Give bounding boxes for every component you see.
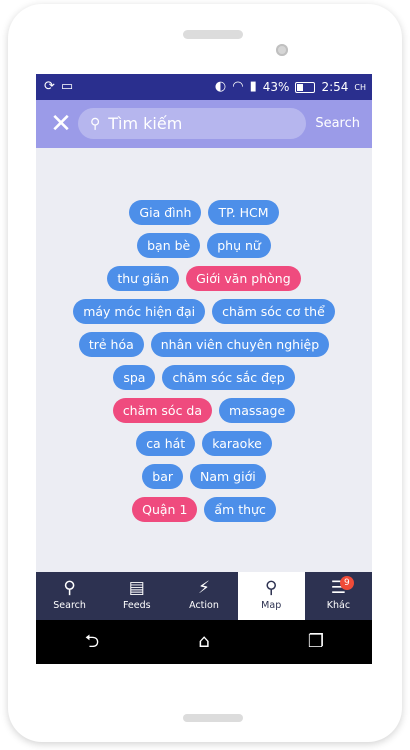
battery-icon: [295, 81, 316, 93]
tag-chip[interactable]: phụ nữ: [207, 233, 271, 258]
tag-chip[interactable]: chăm sóc cơ thể: [212, 299, 335, 324]
tag-chip[interactable]: thư giãn: [107, 266, 180, 291]
tag-chip[interactable]: máy móc hiện đại: [73, 299, 206, 324]
tag-chip[interactable]: karaoke: [202, 431, 272, 456]
tag-chip-selected[interactable]: chăm sóc da: [112, 398, 213, 423]
front-camera: [276, 44, 288, 56]
wifi-icon: ◠: [232, 79, 244, 94]
menu-icon: ☰: [330, 578, 347, 598]
map-pin-icon: ⚲: [264, 578, 278, 598]
tag-row: thư giãn Giới văn phòng: [36, 266, 372, 291]
nav-item-feeds[interactable]: ▤ Feeds: [103, 572, 170, 620]
image-icon: ▭: [60, 79, 74, 94]
nav-item-label: Khác: [326, 600, 351, 611]
feeds-icon: ▤: [128, 578, 145, 598]
tag-chip[interactable]: TP. HCM: [208, 200, 279, 225]
speaker-grille: [183, 30, 243, 39]
search-icon: ⚲: [90, 115, 101, 132]
nav-item-search[interactable]: ⚲ Search: [36, 572, 103, 620]
system-navigation: ⮌ ⌂ ❐: [36, 620, 372, 664]
carrier-label: CH: [354, 82, 366, 92]
tag-row: chăm sóc da massage: [36, 398, 372, 423]
tag-row: ca hát karaoke: [36, 431, 372, 456]
search-box[interactable]: ⚲: [78, 108, 306, 139]
nav-item-label: Map: [261, 600, 282, 611]
tag-chip[interactable]: bạn bè: [137, 233, 201, 258]
home-icon[interactable]: ⌂: [148, 620, 260, 664]
nav-item-label: Feeds: [122, 600, 151, 611]
search-header: ✕ ⚲ Search: [36, 100, 372, 148]
tag-chip[interactable]: massage: [219, 398, 296, 423]
tag-chip[interactable]: ca hát: [136, 431, 196, 456]
battery-percent: 43%: [262, 80, 290, 94]
sync-icon: ⟳: [44, 79, 55, 94]
tag-row: máy móc hiện đại chăm sóc cơ thể: [36, 299, 372, 324]
tag-row: bạn bè phụ nữ: [36, 233, 372, 258]
tag-row: Quận 1 ẩm thực: [36, 497, 372, 522]
tag-row: spa chăm sóc sắc đẹp: [36, 365, 372, 390]
nav-item-action[interactable]: ⚡ Action: [170, 572, 237, 620]
no-disturb-icon: ◐: [214, 79, 227, 94]
tag-cloud: Gia đình TP. HCM bạn bè phụ nữ thư giãn Giới …: [36, 200, 372, 530]
home-bar: [183, 714, 243, 722]
clock: 2:54: [321, 80, 349, 94]
nav-item-label: Action: [189, 600, 219, 611]
tag-chip[interactable]: trẻ hóa: [78, 332, 144, 357]
tag-chip-selected[interactable]: Giới văn phòng: [186, 266, 301, 291]
signal-icon: ▮: [249, 79, 257, 94]
close-icon[interactable]: ✕: [48, 108, 74, 140]
nav-item-label: Search: [53, 600, 86, 611]
action-icon: ⚡: [198, 578, 210, 598]
tag-chip[interactable]: spa: [113, 365, 156, 390]
tag-row: Gia đình TP. HCM: [36, 200, 372, 225]
nav-item-khác[interactable]: ☰ Khác 9: [305, 572, 372, 620]
screen: ⟳ ▭ ◐ ◠ ▮ 43% 2:54 CH ✕ ⚲ Search Gia đìn…: [36, 74, 372, 664]
tag-chip[interactable]: ẩm thực: [204, 497, 276, 522]
tag-row: trẻ hóa nhân viên chuyên nghiệp: [36, 332, 372, 357]
notification-badge: 9: [339, 576, 354, 590]
bottom-navigation: ⚲ Search ▤ Feeds ⚡ Action ⚲ Map ☰ Khác 9: [36, 572, 372, 620]
recents-icon[interactable]: ❐: [260, 620, 372, 664]
tag-row: bar Nam giới: [36, 464, 372, 489]
search-button[interactable]: Search: [315, 116, 360, 131]
tag-chip[interactable]: Nam giới: [190, 464, 266, 489]
status-bar: ⟳ ▭ ◐ ◠ ▮ 43% 2:54 CH: [36, 74, 372, 100]
tag-chip-selected[interactable]: Quận 1: [132, 497, 198, 522]
search-icon: ⚲: [63, 578, 76, 598]
tag-chip[interactable]: nhân viên chuyên nghiệp: [150, 332, 330, 357]
tag-chip[interactable]: bar: [142, 464, 184, 489]
tag-chip[interactable]: Gia đình: [129, 200, 202, 225]
nav-item-map[interactable]: ⚲ Map: [237, 572, 305, 620]
tag-chip[interactable]: chăm sóc sắc đẹp: [162, 365, 295, 390]
back-icon[interactable]: ⮌: [36, 620, 148, 664]
search-input[interactable]: [108, 114, 289, 133]
